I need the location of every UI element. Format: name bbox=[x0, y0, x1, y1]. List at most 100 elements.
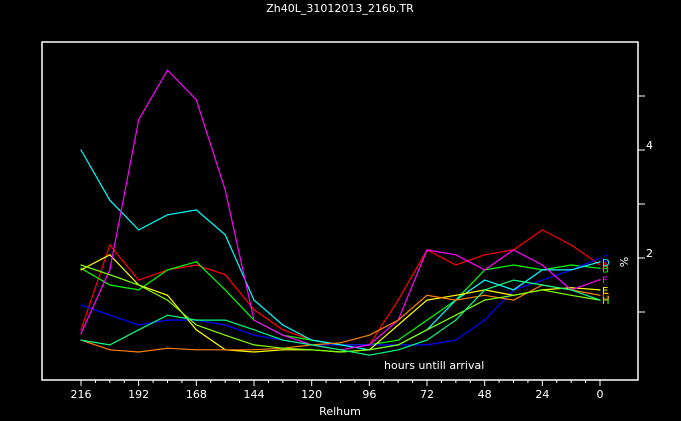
data-point bbox=[282, 329, 284, 331]
data-point bbox=[426, 329, 428, 331]
data-point bbox=[224, 349, 226, 351]
data-point bbox=[138, 284, 140, 286]
data-point bbox=[426, 339, 428, 341]
data-point bbox=[599, 279, 601, 281]
y-axis: 24 bbox=[638, 95, 653, 313]
data-point bbox=[224, 234, 226, 236]
relhum-chart: Zh40L_31012013_216b.TR 216 192 168 144 120 96… bbox=[41, 2, 653, 418]
data-point bbox=[455, 254, 457, 256]
chart-title: Zh40L_31012013_216b.TR bbox=[266, 2, 414, 15]
data-point bbox=[368, 354, 370, 356]
data-point bbox=[253, 351, 255, 353]
data-point bbox=[570, 244, 572, 246]
data-point bbox=[166, 214, 169, 216]
data-point bbox=[599, 289, 601, 291]
data-point bbox=[195, 319, 197, 321]
data-point bbox=[195, 324, 197, 326]
data-point bbox=[484, 269, 486, 271]
series-line-E bbox=[80, 254, 601, 353]
x-tick-label: 144 bbox=[244, 388, 265, 401]
x-tick-label: 72 bbox=[420, 388, 434, 401]
data-point bbox=[80, 269, 82, 271]
data-point bbox=[570, 269, 572, 271]
data-point bbox=[80, 267, 82, 269]
data-point bbox=[253, 334, 255, 336]
data-point bbox=[484, 279, 486, 281]
data-point bbox=[339, 344, 342, 346]
data-point bbox=[195, 264, 197, 266]
data-point bbox=[195, 99, 197, 101]
data-point bbox=[195, 329, 197, 331]
data-point bbox=[138, 119, 140, 121]
data-point bbox=[368, 334, 370, 336]
data-point bbox=[282, 347, 284, 349]
data-point bbox=[282, 349, 284, 351]
data-point bbox=[455, 319, 457, 321]
data-point bbox=[224, 324, 226, 326]
data-point bbox=[397, 339, 399, 341]
data-point bbox=[253, 329, 255, 331]
data-point bbox=[512, 279, 515, 281]
data-point bbox=[109, 274, 111, 276]
data-point bbox=[484, 299, 486, 301]
data-point bbox=[570, 294, 572, 296]
data-point bbox=[166, 314, 169, 316]
data-point bbox=[599, 261, 601, 263]
data-point bbox=[426, 294, 428, 296]
series-line-B bbox=[80, 261, 601, 346]
data-point bbox=[138, 229, 140, 231]
plot-frame bbox=[41, 41, 639, 381]
data-point bbox=[368, 349, 370, 351]
series-line-H bbox=[80, 264, 601, 353]
x-tick-label: 48 bbox=[478, 388, 492, 401]
x-tick-label: 168 bbox=[186, 388, 207, 401]
data-point bbox=[109, 269, 111, 271]
series-label: H bbox=[602, 296, 610, 307]
x-tick-label: 96 bbox=[362, 388, 376, 401]
series-line-C bbox=[80, 257, 601, 346]
series-lines bbox=[80, 69, 601, 356]
data-point bbox=[570, 264, 572, 266]
data-point bbox=[138, 289, 140, 291]
data-point bbox=[138, 279, 140, 281]
data-point bbox=[138, 324, 140, 326]
x-tick-label: 0 bbox=[597, 388, 604, 401]
data-point bbox=[599, 294, 601, 296]
data-point bbox=[455, 339, 457, 341]
data-point bbox=[484, 294, 486, 296]
x-tick-label: 192 bbox=[128, 388, 149, 401]
x-tick-label: 216 bbox=[71, 388, 92, 401]
data-point bbox=[109, 349, 111, 351]
data-point bbox=[253, 309, 255, 311]
data-point bbox=[138, 351, 140, 353]
data-point bbox=[253, 319, 255, 321]
data-point bbox=[80, 149, 82, 151]
series-label: D bbox=[602, 258, 610, 269]
data-point bbox=[138, 329, 140, 331]
series-line-F bbox=[80, 69, 601, 351]
data-point bbox=[512, 294, 515, 296]
data-point bbox=[195, 261, 197, 263]
data-point bbox=[512, 289, 515, 291]
data-point bbox=[512, 299, 515, 301]
data-point bbox=[339, 342, 342, 344]
data-point bbox=[397, 299, 399, 301]
data-point bbox=[195, 349, 197, 351]
data-point bbox=[253, 299, 255, 301]
data-point bbox=[455, 299, 457, 301]
x-tick-label: 120 bbox=[301, 388, 322, 401]
data-point bbox=[109, 254, 111, 256]
data-point bbox=[166, 69, 169, 71]
series-labels: ABCDEFGH bbox=[602, 254, 610, 307]
data-point bbox=[339, 349, 342, 351]
data-point bbox=[166, 294, 169, 296]
data-point bbox=[484, 289, 486, 291]
data-point bbox=[311, 349, 313, 351]
data-point bbox=[541, 264, 543, 266]
x-axis: 216 192 168 144 120 96 72 48 24 0 bbox=[71, 380, 604, 401]
data-point bbox=[109, 344, 111, 346]
data-point bbox=[339, 351, 342, 353]
data-point bbox=[311, 339, 313, 341]
y-axis-label: % bbox=[617, 257, 630, 267]
data-point bbox=[570, 287, 572, 289]
